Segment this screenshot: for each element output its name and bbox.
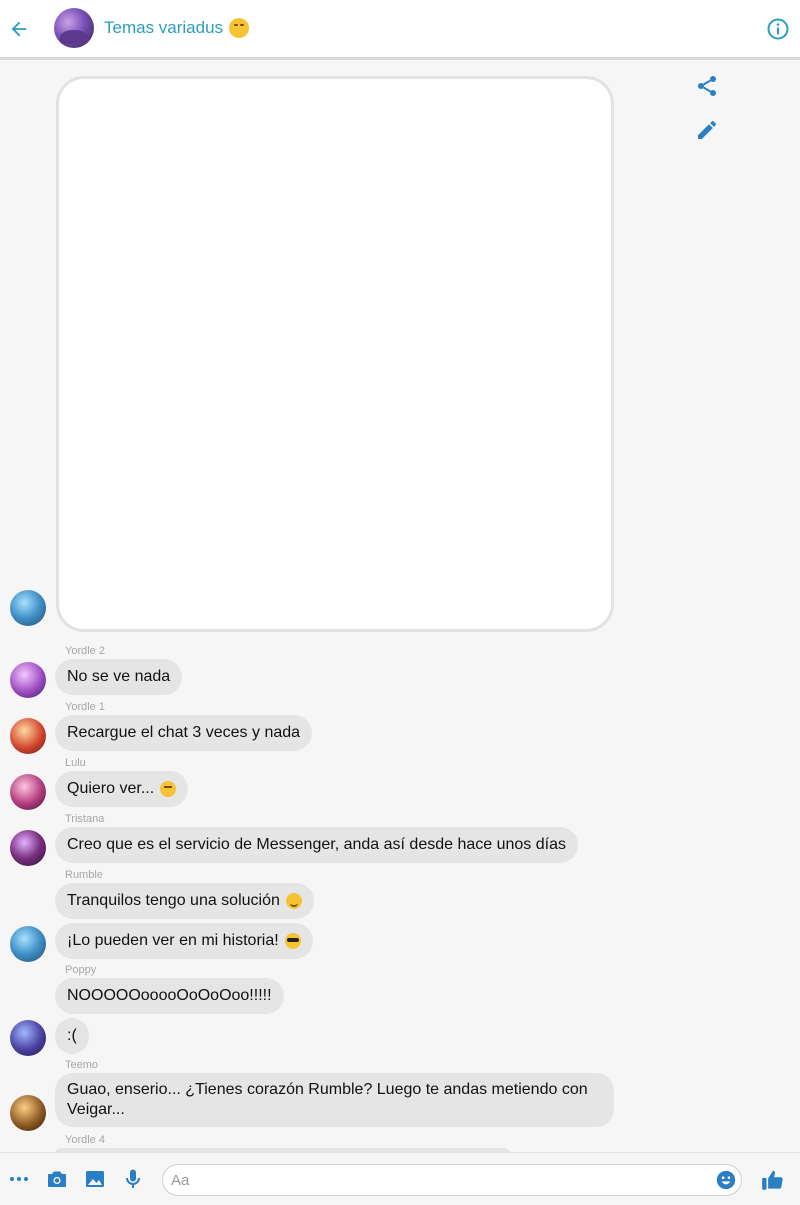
message-text: Tranquilos tengo una solución xyxy=(67,892,280,909)
message-text: ¡Lo pueden ver en mi historia! xyxy=(67,932,279,949)
composer-bar xyxy=(0,1152,800,1205)
message-text: :( xyxy=(67,1027,77,1044)
gallery-button[interactable] xyxy=(83,1167,107,1191)
chat-header: Temas variadus xyxy=(0,0,800,60)
sunglasses-emoji-icon xyxy=(284,933,301,949)
camera-button[interactable] xyxy=(45,1167,69,1191)
back-button[interactable] xyxy=(6,16,32,42)
message-text: No se ve nada xyxy=(67,668,171,685)
info-icon xyxy=(767,18,789,40)
message-text: Creo que es el servicio de Messenger, an… xyxy=(67,836,566,853)
avatar[interactable] xyxy=(10,718,46,754)
hugging-emoji-icon xyxy=(229,18,250,38)
emoji-button[interactable] xyxy=(715,1169,737,1191)
grimace-emoji-icon xyxy=(160,781,177,797)
message-text: Guao, enserio... ¿Tienes corazón Rumble?… xyxy=(67,1081,588,1118)
sender-name: Teemo xyxy=(65,1059,99,1071)
message-bubble[interactable]: Tranquilos tengo una solución xyxy=(55,883,314,919)
share-icon xyxy=(698,76,716,96)
image-icon xyxy=(86,1171,104,1187)
avatar[interactable] xyxy=(10,662,46,698)
avatar[interactable] xyxy=(10,590,46,626)
message-text: Quiero ver... xyxy=(67,780,155,797)
chat-title[interactable]: Temas variadus xyxy=(104,18,250,38)
arrow-left-icon xyxy=(11,21,27,37)
info-button[interactable] xyxy=(766,17,790,41)
message-bubble[interactable]: :( xyxy=(55,1018,89,1054)
message-composer[interactable] xyxy=(162,1164,742,1196)
thumbs-up-icon xyxy=(762,1170,783,1190)
group-avatar[interactable] xyxy=(54,8,94,48)
sender-name: Tristana xyxy=(65,813,105,825)
shared-media-card[interactable] xyxy=(56,76,614,632)
smile-emoji-icon xyxy=(285,893,302,909)
message-bubble[interactable]: Guao, enserio... ¿Tienes corazón Rumble?… xyxy=(55,1073,614,1127)
edit-button[interactable] xyxy=(695,118,719,142)
message-bubble[interactable]: Creo que es el servicio de Messenger, an… xyxy=(55,827,578,863)
message-text: Recargue el chat 3 veces y nada xyxy=(67,724,301,741)
microphone-icon xyxy=(126,1169,140,1188)
sender-name: Rumble xyxy=(65,869,103,881)
sender-name: Yordle 4 xyxy=(65,1134,105,1146)
more-button[interactable] xyxy=(7,1167,31,1191)
camera-icon xyxy=(48,1171,66,1187)
sender-name: Yordle 1 xyxy=(65,701,105,713)
message-bubble[interactable]: Recargue el chat 3 veces y nada xyxy=(55,715,313,751)
chat-title-text: Temas variadus xyxy=(104,18,224,37)
avatar[interactable] xyxy=(10,774,46,810)
avatar[interactable] xyxy=(10,1020,46,1056)
avatar[interactable] xyxy=(10,926,46,962)
message-text: NOOOOOooooOoOoOoo!!!!! xyxy=(67,987,272,1004)
microphone-button[interactable] xyxy=(121,1167,145,1191)
sender-name: Yordle 2 xyxy=(65,645,105,657)
like-button[interactable] xyxy=(760,1167,786,1193)
sender-name: Poppy xyxy=(65,964,97,976)
message-bubble[interactable]: NOOOOOooooOoOoOoo!!!!! xyxy=(55,978,284,1014)
sender-name: Lulu xyxy=(65,757,86,769)
message-bubble[interactable]: ¡Lo pueden ver en mi historia! xyxy=(55,923,313,959)
message-input[interactable] xyxy=(171,1169,701,1191)
message-bubble[interactable]: No se ve nada xyxy=(55,659,183,695)
pencil-icon xyxy=(698,121,716,139)
more-icon xyxy=(10,1177,28,1181)
avatar[interactable] xyxy=(10,1095,46,1131)
share-button[interactable] xyxy=(695,74,719,98)
emoji-icon xyxy=(716,1170,736,1190)
message-bubble[interactable]: Quiero ver... xyxy=(55,771,189,807)
avatar[interactable] xyxy=(10,830,46,866)
